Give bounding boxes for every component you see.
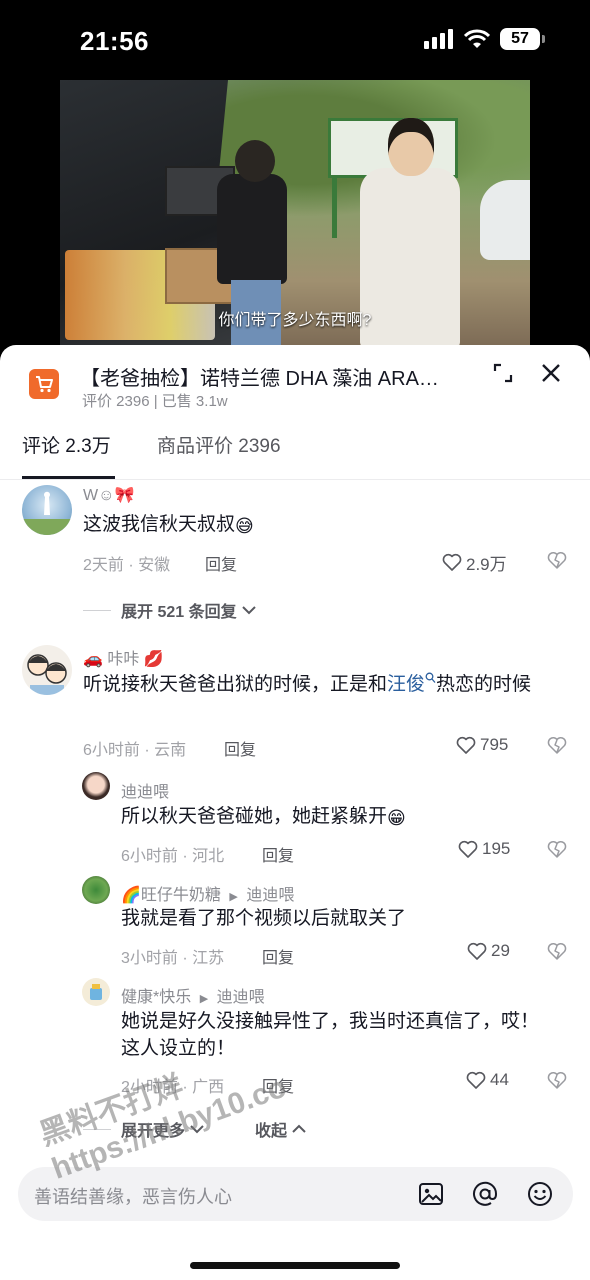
video-subtitle: 你们带了多少东西啊? [218,312,372,329]
home-indicator[interactable] [190,1262,400,1269]
like-button[interactable]: 2.9万 [442,550,507,575]
reply-arrow-icon: ▶ [199,993,209,1005]
emoji-icon[interactable] [527,1181,553,1207]
dislike-icon[interactable] [547,736,567,756]
signal-icon [424,29,453,49]
expand-replies-label: 展开 521 条回复 [121,604,237,621]
close-icon[interactable] [540,362,562,384]
like-count: 29 [491,941,510,960]
comment-input[interactable]: 善语结善缘，恶言伤人心 [34,1183,232,1209]
expand-icon[interactable] [492,362,514,384]
comment-text[interactable]: 这波我信秋天叔叔😅 [83,511,553,538]
mention-icon[interactable] [472,1181,498,1207]
divider-dash [83,1128,111,1130]
image-icon[interactable] [418,1181,444,1207]
product-title[interactable]: 【老爸抽检】诺特兰德 DHA 藻油 ARA… [80,362,460,391]
comment-author[interactable]: 🚗 咔咔 💋 [83,645,164,669]
expand-more-label: 展开更多 [121,1123,186,1140]
reply-time-location: 2小时前 · 广西 [121,1079,225,1096]
comment-emoji: 😅 [235,516,254,536]
expand-replies-button[interactable]: 展开 521 条回复 [83,598,257,622]
dislike-icon[interactable] [547,840,567,860]
wifi-icon [464,29,490,48]
comment-author[interactable]: W☺🎀 [83,485,134,505]
chevron-up-icon [292,1124,306,1133]
reply-author-name: 🌈旺仔牛奶糖 [121,887,221,904]
status-icons: 57 [424,28,545,50]
reply-emoji: 😁 [387,808,406,828]
author-emoji-prefix: 🚗 [83,651,103,668]
reply-button[interactable]: 回复 [224,736,256,760]
shopping-cart-icon[interactable] [29,369,59,399]
comment-tabs: 评论 2.3万 商品评价 2396 [0,425,590,480]
like-button[interactable]: 195 [458,839,510,859]
reply-author-name: 健康*快乐 [121,989,192,1006]
like-button[interactable]: 29 [467,941,510,961]
collapse-replies-button[interactable]: 收起 [255,1117,307,1141]
like-button[interactable]: 795 [456,735,508,755]
reply-text[interactable]: 我就是看了那个视频以后就取关了 [121,905,561,932]
comment-time-location: 2天前 · 安徽 [83,557,171,574]
dislike-icon[interactable] [547,1071,567,1091]
heart-icon [466,1071,486,1089]
chevron-down-icon [190,1125,204,1134]
chevron-down-icon [241,606,256,615]
reply-button[interactable]: 回复 [262,944,294,968]
like-count: 795 [480,735,509,754]
heart-icon [467,942,487,960]
dislike-icon[interactable] [547,942,567,962]
reply-button[interactable]: 回复 [262,1073,294,1097]
comment-text[interactable]: 听说接秋天爸爸出狱的时候，正是和汪俊 热恋的时候 [83,671,563,698]
like-count: 195 [482,839,511,858]
status-time: 21:56 [80,26,149,56]
avatar[interactable] [82,876,110,904]
divider-dash [83,609,111,611]
reply-text-body: 所以秋天爸爸碰她，她赶紧躲开 [121,806,388,827]
author-name: 咔咔 [107,651,140,668]
reply-time-location: 6小时前 · 河北 [121,848,225,865]
battery-indicator: 57 [500,28,545,50]
reply-to-name[interactable]: 迪迪喂 [246,887,294,904]
reply-author[interactable]: 迪迪喂 [121,778,169,802]
heart-icon [456,736,476,754]
comment-text-body-rest: 热恋的时候 [436,674,532,695]
reply-button[interactable]: 回复 [262,842,294,866]
tab-comments[interactable]: 评论 2.3万 [22,431,111,458]
avatar[interactable] [82,978,110,1006]
video-player[interactable]: 你们带了多少东西啊? [60,80,530,348]
avatar[interactable] [82,772,110,800]
heart-icon [458,840,478,858]
video-signpost [332,178,337,238]
status-bar: 21:56 57 [0,0,590,80]
reply-author[interactable]: 健康*快乐 ▶ 迪迪喂 [121,983,265,1007]
reply-time-location: 3小时前 · 江苏 [121,950,225,967]
comment-time-location: 6小时前 · 云南 [83,742,187,759]
reply-text[interactable]: 所以秋天爸爸碰她，她赶紧躲开😁 [121,803,561,830]
search-icon[interactable] [425,672,436,684]
product-stats: 评价 2396 | 已售 3.1w [82,393,228,410]
reply-text[interactable]: 她说是好久没接触异性了，我当时还真信了，哎！这人设立的！ [121,1008,541,1062]
mention-link[interactable]: 汪俊 [387,674,425,695]
collapse-label: 收起 [255,1123,288,1140]
reply-button[interactable]: 回复 [205,551,237,575]
like-count: 44 [490,1070,509,1089]
expand-more-replies-button[interactable]: 展开更多 [83,1117,205,1141]
dislike-icon[interactable] [547,551,567,571]
tab-product-reviews[interactable]: 商品评价 2396 [157,431,281,458]
like-button[interactable]: 44 [466,1070,509,1090]
avatar[interactable] [22,645,72,695]
product-header[interactable]: 【老爸抽检】诺特兰德 DHA 藻油 ARA… 评价 2396 | 已售 3.1w [0,345,590,425]
heart-icon [442,553,462,571]
like-count: 2.9万 [466,555,507,574]
active-tab-indicator [22,476,115,479]
video-white-car [480,180,530,260]
reply-author[interactable]: 🌈旺仔牛奶糖 ▶ 迪迪喂 [121,881,294,905]
comment-input-bar[interactable]: 善语结善缘，恶言伤人心 [18,1167,573,1221]
reply-to-name[interactable]: 迪迪喂 [217,989,265,1006]
avatar[interactable] [22,485,72,535]
author-emoji-suffix: 💋 [143,651,164,668]
reply-arrow-icon: ▶ [229,891,238,903]
comment-text-body: 这波我信秋天叔叔 [83,514,236,535]
comment-text-body: 听说接秋天爸爸出狱的时候，正是和 [83,674,388,695]
